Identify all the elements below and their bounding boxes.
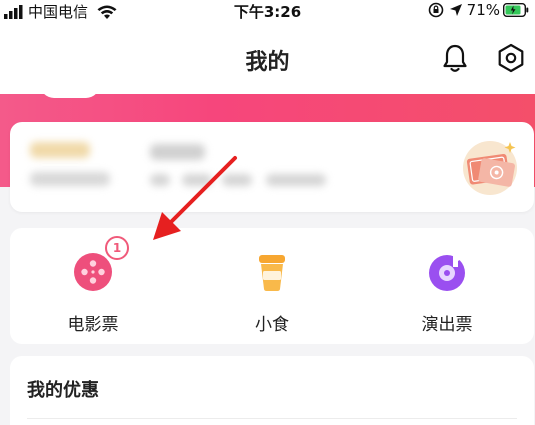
blurred-stat-4 — [266, 174, 326, 186]
coupons-section-title: 我的优惠 — [27, 380, 99, 401]
orientation-lock-icon — [428, 2, 443, 18]
location-icon — [449, 4, 462, 16]
drink-cup-icon — [252, 252, 292, 292]
blurred-stat-1 — [150, 174, 170, 186]
notification-badge: 1 — [105, 236, 129, 260]
section-divider — [27, 418, 517, 419]
settings-icon[interactable] — [495, 42, 527, 74]
blurred-stat-2 — [182, 174, 212, 186]
profile-screen: 中国电信 下午3:26 71% 我的 1 电影票 小食 演出票 我的优惠 — [0, 0, 535, 425]
blurred-stat-3 — [222, 174, 252, 186]
blurred-title — [150, 144, 205, 160]
blurred-avatar — [30, 142, 90, 158]
status-right: 71% — [428, 1, 529, 19]
status-bar: 中国电信 下午3:26 71% — [0, 0, 535, 22]
quick-action-show-tickets[interactable]: 演出票 — [387, 252, 507, 335]
user-info-card[interactable] — [10, 122, 534, 212]
membership-card-icon[interactable] — [460, 136, 520, 196]
quick-action-label: 小食 — [255, 315, 289, 335]
quick-action-movie-tickets[interactable]: 1 电影票 — [33, 236, 153, 335]
blurred-username — [30, 172, 110, 186]
quick-action-label: 演出票 — [421, 315, 473, 335]
my-coupons-card[interactable]: 我的优惠 — [10, 356, 534, 425]
battery-icon — [503, 3, 529, 17]
battery-percent: 71% — [466, 1, 500, 19]
music-disc-icon — [427, 252, 467, 292]
banner-notch — [40, 84, 100, 98]
bell-icon[interactable] — [439, 42, 471, 74]
quick-actions-card: 1 电影票 小食 演出票 — [10, 228, 534, 344]
quick-action-label: 电影票 — [67, 315, 119, 335]
quick-action-snacks[interactable]: 小食 — [212, 252, 332, 335]
movie-reel-icon: 1 — [73, 236, 129, 292]
